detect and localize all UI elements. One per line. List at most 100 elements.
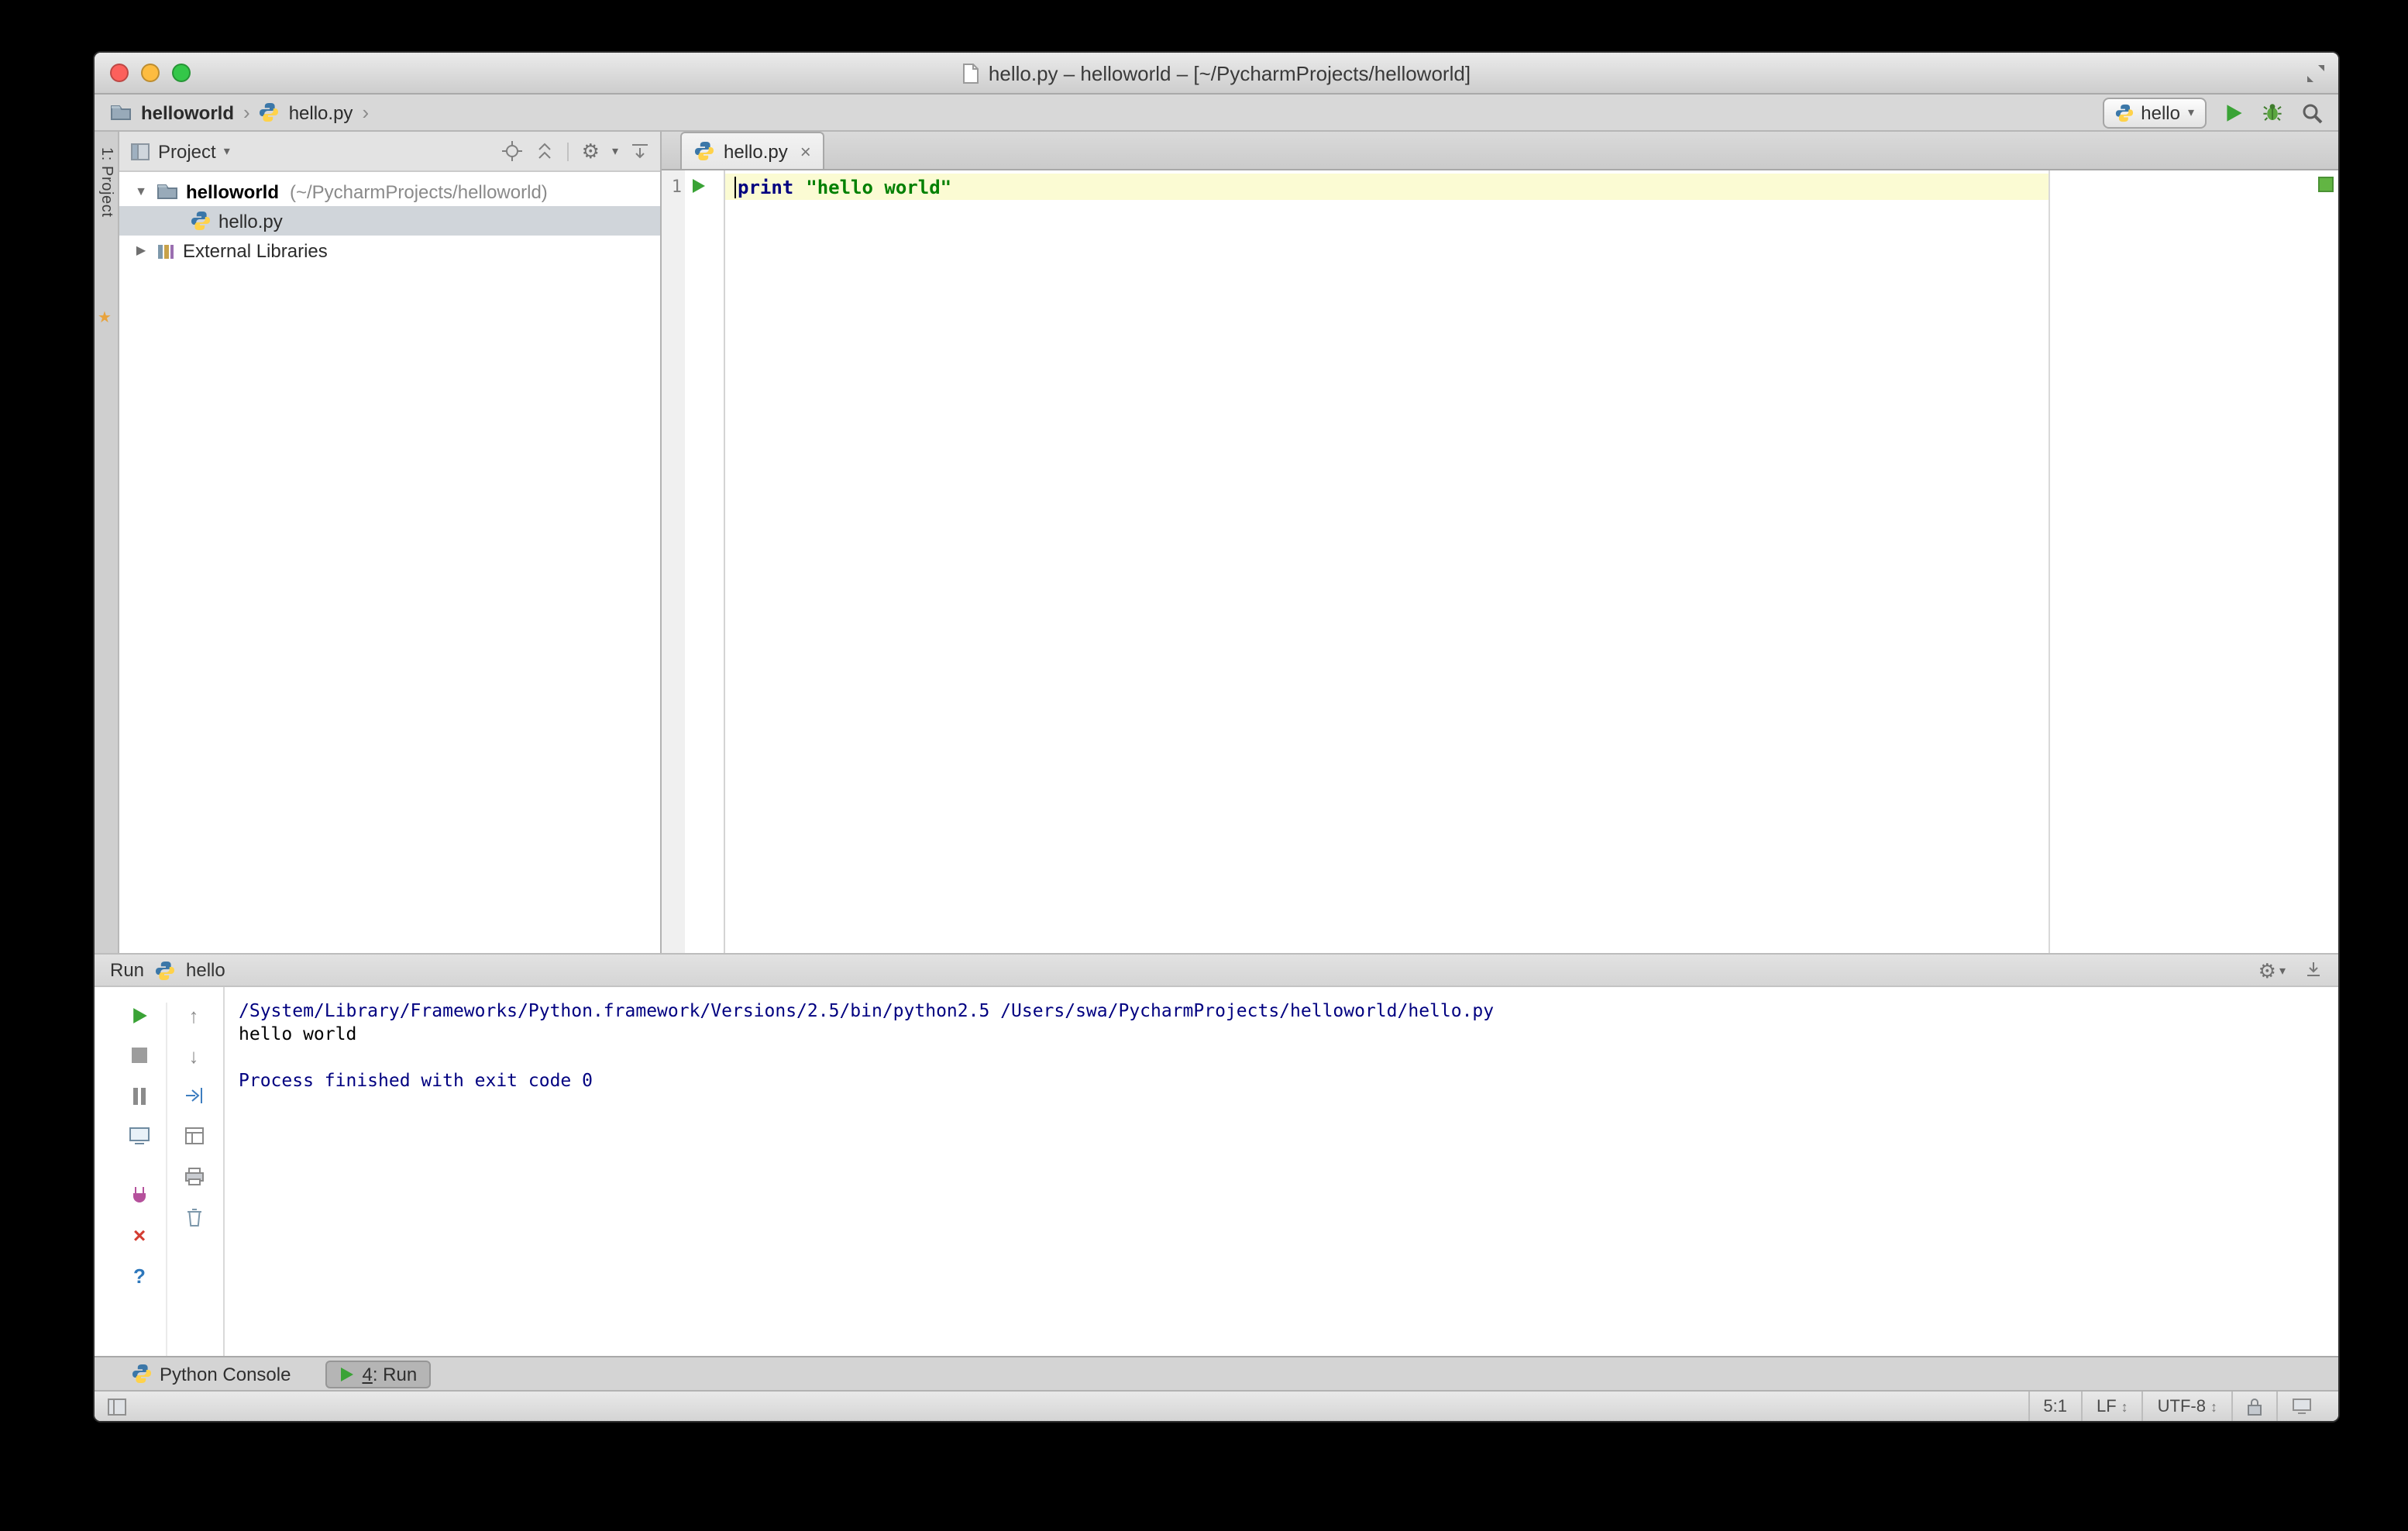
up-stack-trace-button[interactable]: ↑	[180, 1003, 208, 1027]
line-number-gutter: 1	[662, 170, 685, 953]
run-icon	[339, 1366, 354, 1381]
run-console-area: × ? ↑ ↓ /System/Library/Frameworks/Pytho…	[95, 987, 2338, 1356]
rerun-button[interactable]	[126, 1003, 153, 1027]
breadcrumb-project[interactable]: helloworld	[141, 101, 234, 123]
inspection-status-icon[interactable]	[2318, 177, 2334, 192]
debug-button[interactable]	[2262, 102, 2282, 122]
right-margin-line	[2049, 170, 2050, 953]
print-icon[interactable]	[180, 1164, 208, 1189]
search-everywhere-icon[interactable]	[2301, 101, 2323, 123]
caret-position-widget[interactable]: 5:1	[2028, 1392, 2081, 1421]
hide-panel-icon[interactable]	[631, 142, 649, 160]
code-editor[interactable]: 1 print "hello world"	[662, 170, 2338, 953]
run-button[interactable]	[2225, 103, 2244, 122]
toolbar-divider	[567, 142, 569, 160]
status-bar: 5:1 LF ↕ UTF-8 ↕	[95, 1390, 2338, 1421]
chevron-updown-icon: ↕	[2210, 1399, 2217, 1414]
chevron-down-icon: ▾	[611, 144, 618, 158]
code-keyword: print	[738, 176, 794, 198]
project-tree: ▼ helloworld (~/PycharmProjects/hellowor…	[119, 172, 660, 953]
console-output[interactable]: /System/Library/Frameworks/Python.framew…	[226, 987, 2338, 1356]
python-console-button[interactable]: Python Console	[132, 1363, 291, 1385]
gear-icon[interactable]: ⚙	[582, 141, 600, 161]
clear-console-icon[interactable]	[180, 1204, 208, 1229]
tab-hello-py[interactable]: hello.py ×	[680, 132, 825, 169]
run-console-toolbar: × ? ↑ ↓	[95, 987, 225, 1356]
code-area[interactable]: print "hello world"	[725, 170, 2338, 953]
python-file-icon	[260, 102, 280, 122]
pause-output-button[interactable]	[126, 1083, 153, 1108]
scroll-to-end-icon[interactable]	[180, 1083, 208, 1108]
python-icon	[132, 1364, 152, 1384]
restore-layout-icon[interactable]	[180, 1123, 208, 1148]
run-line-marker-icon[interactable]	[691, 178, 707, 194]
run-controls: hello ▾	[2102, 97, 2323, 128]
help-button[interactable]: ?	[126, 1263, 153, 1288]
project-panel-toolbar: ⚙ ▾	[502, 141, 649, 161]
tool-stripe-project-button[interactable]: 1: Project	[98, 147, 115, 218]
project-tool-window: Project ▾ ⚙ ▾ ▼ helloworld (~/PycharmPro…	[119, 132, 662, 953]
document-icon	[962, 63, 979, 83]
traffic-lights	[110, 64, 191, 82]
chevron-right-icon: ›	[362, 101, 370, 124]
desktop: hello.py – helloworld – [~/PycharmProjec…	[0, 0, 2408, 1531]
navigation-bar: helloworld › hello.py › hello ▾	[95, 95, 2338, 132]
readonly-lock-widget[interactable]	[2231, 1392, 2276, 1421]
run-panel-header[interactable]: Run hello ⚙ ▾	[95, 953, 2338, 987]
chevron-right-icon: ›	[243, 101, 250, 124]
icon-gutter	[685, 170, 725, 953]
tool-window-toggle-icon[interactable]	[107, 1397, 127, 1416]
run-button-label: 4: Run	[362, 1363, 418, 1385]
favorites-icon[interactable]: ★	[98, 310, 112, 327]
title-bar[interactable]: hello.py – helloworld – [~/PycharmProjec…	[95, 53, 2338, 95]
pycharm-window: hello.py – helloworld – [~/PycharmProjec…	[93, 51, 2340, 1423]
main-area: 1: Project ★ Project ▾ ⚙ ▾ ▼ helloworld …	[95, 132, 2338, 953]
fullscreen-icon[interactable]	[2306, 64, 2326, 84]
panel-icon	[131, 143, 150, 160]
text-caret	[734, 176, 736, 198]
close-console-button[interactable]: ×	[126, 1223, 153, 1247]
window-title-area: hello.py – helloworld – [~/PycharmProjec…	[95, 53, 2338, 93]
run-panel-header-actions: ⚙ ▾	[2258, 960, 2323, 980]
chevron-down-icon: ▾	[2279, 963, 2286, 977]
close-tab-icon[interactable]: ×	[800, 140, 811, 162]
tree-row-project-root[interactable]: ▼ helloworld (~/PycharmProjects/hellowor…	[119, 177, 660, 206]
line-number: 1	[671, 177, 682, 197]
minimize-window-button[interactable]	[141, 64, 160, 82]
project-view-selector[interactable]: Project ▾	[130, 140, 230, 162]
collapse-all-icon[interactable]	[535, 141, 556, 161]
tree-row-hello-py[interactable]: hello.py	[119, 206, 660, 236]
project-folder-icon	[157, 183, 178, 200]
console-command-line: /System/Library/Frameworks/Python.framew…	[239, 999, 1495, 1021]
project-root-name: helloworld	[186, 181, 279, 202]
run-tool-window-button[interactable]: 4: Run	[325, 1360, 432, 1388]
run-configuration-selector[interactable]: hello ▾	[2102, 97, 2207, 128]
collapse-triangle-icon[interactable]: ▶	[133, 243, 149, 257]
line-separator-widget[interactable]: LF ↕	[2080, 1392, 2142, 1421]
expand-triangle-icon[interactable]: ▼	[133, 184, 149, 198]
show-console-icon[interactable]	[126, 1123, 153, 1148]
breadcrumb-file[interactable]: hello.py	[289, 101, 353, 123]
chevron-updown-icon: ↕	[2121, 1399, 2128, 1414]
tree-row-external-libraries[interactable]: ▶ External Libraries	[119, 236, 660, 265]
hide-panel-icon[interactable]	[2304, 961, 2323, 979]
monitor-widget[interactable]	[2276, 1392, 2326, 1421]
gear-icon[interactable]: ⚙	[2258, 960, 2276, 980]
zoom-window-button[interactable]	[172, 64, 191, 82]
down-stack-trace-button[interactable]: ↓	[180, 1043, 208, 1068]
python-file-icon	[694, 141, 714, 161]
code-string: "hello world"	[806, 176, 952, 198]
editor-region: hello.py × 1 print "hello world"	[662, 132, 2338, 953]
encoding-widget[interactable]: UTF-8 ↕	[2141, 1392, 2231, 1421]
attach-console-icon[interactable]	[126, 1182, 153, 1207]
close-window-button[interactable]	[110, 64, 129, 82]
toolbar-column-1: × ?	[113, 1003, 166, 1356]
scroll-from-source-icon[interactable]	[502, 141, 523, 161]
code-line-1: print "hello world"	[734, 174, 951, 200]
status-bar-widgets: 5:1 LF ↕ UTF-8 ↕	[2028, 1392, 2326, 1421]
run-configuration-name: hello	[2141, 101, 2180, 123]
tab-label: hello.py	[724, 140, 788, 162]
folder-icon	[110, 104, 132, 121]
stop-button[interactable]	[126, 1043, 153, 1068]
